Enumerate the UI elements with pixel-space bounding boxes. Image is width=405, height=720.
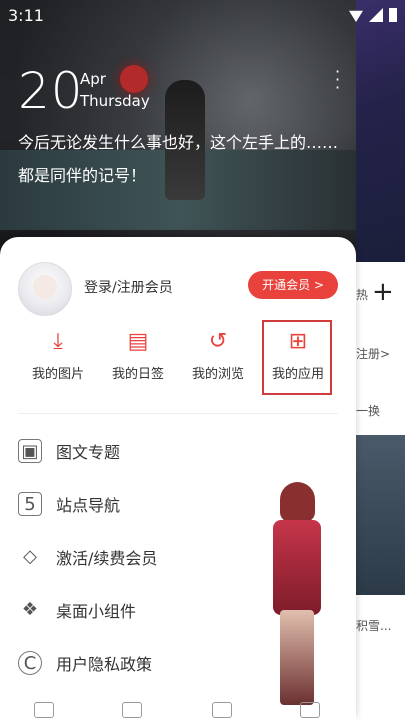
login-register-link[interactable]: 登录/注册会员 [84, 277, 173, 297]
my-pictures-label: 我的图片 [31, 367, 84, 382]
history-icon: ↺ [208, 329, 228, 354]
background-label-register: 注册> [356, 347, 391, 361]
my-pictures-button[interactable]: ⤓ 我的图片 [18, 325, 98, 382]
user-menu-sheet: 登录/注册会员 开通会员 > ⤓ 我的图片 ▤ 我的日签 ↺ 我的浏览 ⊞ 我的… [0, 237, 356, 720]
background-page: 热 注册> 一换 积雪... [356, 0, 405, 720]
date-month: Apr [80, 70, 106, 88]
menu-label: 站点导航 [56, 496, 121, 515]
menu-label: 桌面小组件 [56, 602, 137, 621]
hero-lamp [120, 65, 148, 93]
calendar-icon: ▤ [127, 329, 149, 354]
bottom-toolbar [0, 700, 356, 720]
add-icon[interactable]: + [372, 277, 394, 307]
message-icon[interactable] [212, 702, 232, 718]
battery-icon [389, 8, 397, 22]
my-history-label: 我的浏览 [191, 367, 244, 382]
menu-label: 图文专题 [56, 443, 121, 462]
diamond-icon: ◇ [23, 546, 37, 567]
character-legs [280, 610, 314, 705]
status-time: 3:11 [8, 6, 44, 25]
my-daily-sign-label: 我的日签 [111, 367, 164, 382]
copyright-icon: C [18, 651, 42, 675]
character-body [273, 520, 321, 615]
divider [18, 413, 338, 414]
more-icon[interactable]: · · · [335, 64, 340, 96]
avatar[interactable] [18, 262, 72, 316]
menu-item-image-topics[interactable]: ▣ 图文专题 [18, 436, 318, 466]
background-banner [356, 0, 405, 262]
my-daily-sign-button[interactable]: ▤ 我的日签 [98, 325, 178, 382]
character-head [280, 482, 315, 522]
html5-icon: 5 [18, 492, 42, 516]
background-thumbnail [356, 435, 405, 595]
signal-icon [369, 8, 383, 22]
date-day: 20 [18, 62, 84, 120]
download-icon: ⤓ [53, 329, 63, 354]
background-label-change: 一换 [356, 404, 381, 418]
date-weekday: Thursday [80, 92, 150, 110]
image-topic-icon: ▣ [18, 439, 42, 463]
menu-label: 用户隐私政策 [56, 655, 153, 674]
character-illustration [255, 482, 340, 707]
theme-icon[interactable] [122, 702, 142, 718]
widget-icon: ❖ [21, 599, 39, 620]
open-vip-button[interactable]: 开通会员 > [248, 271, 338, 299]
my-history-button[interactable]: ↺ 我的浏览 [178, 325, 258, 382]
daily-quote: 今后无论发生什么事也好，这个左手上的……都是同伴的记号！ [18, 133, 339, 185]
wifi-icon [349, 10, 363, 22]
background-label-snow: 积雪... [356, 619, 392, 633]
power-icon[interactable] [300, 702, 320, 718]
my-apps-highlight [262, 320, 332, 395]
background-label-hot: 热 [356, 288, 369, 302]
settings-icon[interactable] [34, 702, 54, 718]
status-bar: 3:11 [0, 0, 405, 32]
menu-label: 激活/续费会员 [56, 549, 158, 568]
